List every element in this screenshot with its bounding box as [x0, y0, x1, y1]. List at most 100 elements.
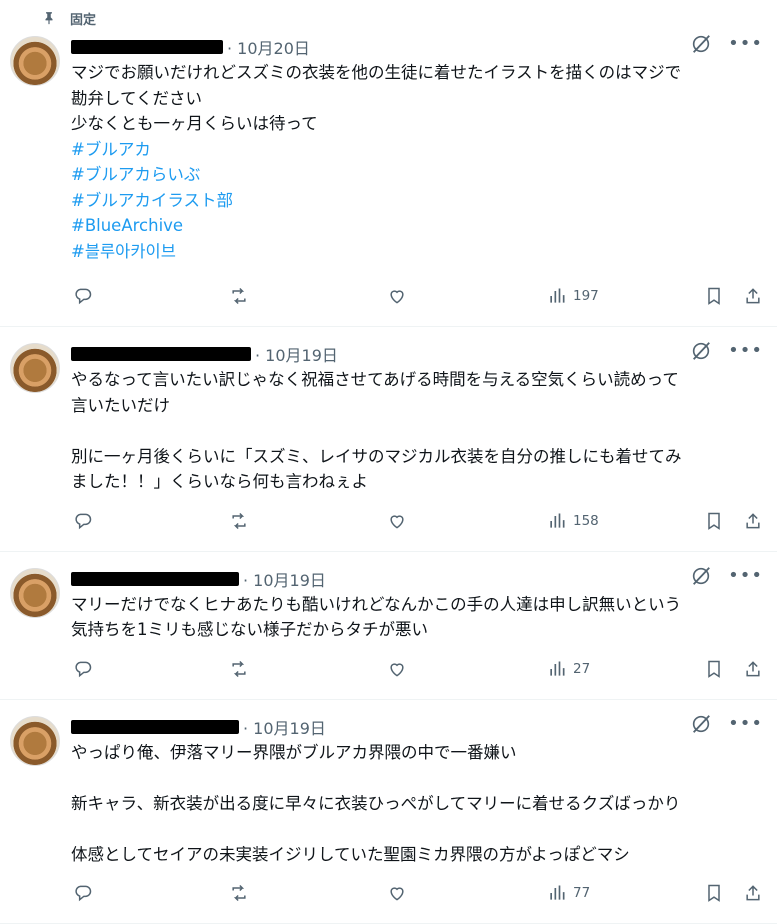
like-button[interactable]	[387, 883, 407, 903]
like-icon	[387, 286, 407, 306]
hashtag-link[interactable]: #ブルアカらいぶ	[71, 162, 763, 188]
tweet-text-line: やるなって言いたい訳じゃなく祝福させてあげる時間を与える空気くらい読めって	[71, 367, 763, 393]
share-icon	[743, 286, 763, 306]
views-button[interactable]: 27	[547, 659, 590, 679]
views-button[interactable]: 158	[547, 511, 599, 531]
more-icon[interactable]: •••	[728, 343, 763, 359]
bookmark-button[interactable]	[704, 659, 724, 679]
tweet-text-line: 新キャラ、新衣装が出る度に早々に衣装ひっぺがしてマリーに着せるクズばっかり	[71, 791, 763, 817]
tweet-date[interactable]: · 10月20日	[227, 35, 310, 59]
tweet-header: · 10月19日 •••	[71, 343, 763, 365]
more-icon[interactable]: •••	[728, 36, 763, 52]
bookmark-button[interactable]	[704, 883, 724, 903]
like-button[interactable]	[387, 511, 407, 531]
repost-icon	[229, 511, 249, 531]
like-button[interactable]	[387, 659, 407, 679]
tweet-text-line: 気持ちを1ミリも感じない様子だからタチが悪い	[71, 617, 763, 643]
repost-button[interactable]	[229, 511, 249, 531]
share-button[interactable]	[743, 659, 763, 679]
tweet-actions: 158	[71, 511, 763, 541]
tweet[interactable]: · 10月19日 ••• やるなって言いたい訳じゃなく祝福させてあげる時間を与える空…	[0, 327, 777, 552]
bookmark-icon	[704, 659, 724, 679]
avatar[interactable]	[10, 343, 60, 393]
more-icon[interactable]: •••	[728, 716, 763, 732]
repost-icon	[229, 883, 249, 903]
more-icon[interactable]: •••	[728, 568, 763, 584]
hashtag-link[interactable]: #블루아카이브	[71, 239, 763, 265]
redacted-username	[71, 40, 223, 54]
bookmark-button[interactable]	[704, 286, 724, 306]
views-icon	[547, 659, 567, 679]
grok-icon[interactable]	[690, 565, 712, 587]
grok-icon[interactable]	[690, 340, 712, 362]
redacted-username	[71, 720, 239, 734]
tweet-text-line	[71, 765, 763, 791]
repost-button[interactable]	[229, 286, 249, 306]
avatar[interactable]	[10, 36, 60, 86]
views-count: 158	[573, 513, 599, 529]
hashtag-link[interactable]: #ブルアカ	[71, 137, 763, 163]
reply-icon	[73, 511, 93, 531]
bookmark-icon	[704, 883, 724, 903]
tweet[interactable]: · 10月19日 ••• やっぱり俺、伊落マリー界隈がブルアカ界隈の中で一番嫌い新キ…	[0, 700, 777, 924]
views-button[interactable]: 77	[547, 883, 590, 903]
tweet-text-line: 体感としてセイアの未実装イジリしていた聖園ミカ界隈の方がよっぽどマシ	[71, 842, 763, 868]
tweet-text-line: 言いたいだけ	[71, 393, 763, 419]
tweet-text-line: マジでお願いだけれどスズミの衣装を他の生徒に着せたイラストを描くのはマジで	[71, 60, 763, 86]
tweet-header: · 10月19日 •••	[71, 716, 763, 738]
tweet-date[interactable]: · 10月19日	[243, 567, 326, 591]
views-count: 197	[573, 288, 599, 304]
tweet-actions: 27	[71, 659, 763, 689]
tweet-text-line: マリーだけでなくヒナあたりも酷いけれどなんかこの手の人達は申し訳無いという	[71, 592, 763, 618]
reply-icon	[73, 286, 93, 306]
views-icon	[547, 883, 567, 903]
reply-icon	[73, 883, 93, 903]
avatar[interactable]	[10, 716, 60, 766]
tweet[interactable]: · 10月19日 ••• マリーだけでなくヒナあたりも酷いけれどなんかこの手の人達は…	[0, 552, 777, 700]
like-icon	[387, 511, 407, 531]
views-icon	[547, 511, 567, 531]
tweet-text: マジでお願いだけれどスズミの衣装を他の生徒に着せたイラストを描くのはマジで勘弁し…	[71, 60, 763, 264]
hashtag-link[interactable]: #ブルアカイラスト部	[71, 188, 763, 214]
tweet-date[interactable]: · 10月19日	[255, 342, 338, 366]
views-count: 77	[573, 885, 590, 901]
tweet-text-line: 勘弁してください	[71, 86, 763, 112]
tweet-header: · 10月20日 •••	[71, 36, 763, 58]
views-button[interactable]: 197	[547, 286, 599, 306]
repost-icon	[229, 286, 249, 306]
tweet-text: マリーだけでなくヒナあたりも酷いけれどなんかこの手の人達は申し訳無いという気持ち…	[71, 592, 763, 643]
tweet-text-line	[71, 418, 763, 444]
grok-icon[interactable]	[690, 33, 712, 55]
like-button[interactable]	[387, 286, 407, 306]
reply-button[interactable]	[73, 511, 93, 531]
tweet[interactable]: · 10月20日 ••• マジでお願いだけれどスズミの衣装を他の生徒に着せたイラスト…	[0, 36, 777, 327]
reply-button[interactable]	[73, 659, 93, 679]
grok-icon[interactable]	[690, 713, 712, 735]
reply-button[interactable]	[73, 883, 93, 903]
hashtag-link[interactable]: #BlueArchive	[71, 213, 763, 239]
pinned-label: 固定	[70, 9, 96, 28]
share-button[interactable]	[743, 511, 763, 531]
avatar[interactable]	[10, 568, 60, 618]
bookmark-button[interactable]	[704, 511, 724, 531]
views-icon	[547, 286, 567, 306]
share-icon	[743, 883, 763, 903]
bookmark-icon	[704, 511, 724, 531]
share-button[interactable]	[743, 286, 763, 306]
tweet-text-line: ました！！」くらいなら何も言わねぇよ	[71, 469, 763, 495]
tweet-text-line: 少なくとも一ヶ月くらいは待って	[71, 111, 763, 137]
tweet-text-line: やっぱり俺、伊落マリー界隈がブルアカ界隈の中で一番嫌い	[71, 740, 763, 766]
repost-button[interactable]	[229, 883, 249, 903]
repost-button[interactable]	[229, 659, 249, 679]
reply-button[interactable]	[73, 286, 93, 306]
like-icon	[387, 883, 407, 903]
tweet-actions: 197	[71, 286, 763, 316]
tweet-text: やっぱり俺、伊落マリー界隈がブルアカ界隈の中で一番嫌い新キャラ、新衣装が出る度に…	[71, 740, 763, 868]
tweet-actions: 77	[71, 883, 763, 913]
share-icon	[743, 511, 763, 531]
pinned-indicator: 固定	[0, 0, 777, 36]
tweet-date[interactable]: · 10月19日	[243, 715, 326, 739]
share-button[interactable]	[743, 883, 763, 903]
tweet-text-line: 別に一ヶ月後くらいに「スズミ、レイサのマジカル衣装を自分の推しにも着せてみ	[71, 444, 763, 470]
tweet-text-line	[71, 816, 763, 842]
